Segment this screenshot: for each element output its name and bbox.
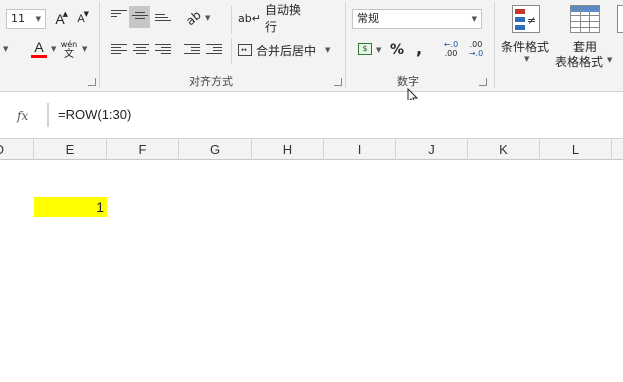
merge-center-label: 合并后居中 xyxy=(256,43,317,58)
font-size-value: 11 xyxy=(11,12,25,25)
align-bottom-icon[interactable] xyxy=(155,14,171,26)
conditional-format-label: 条件格式 xyxy=(501,40,550,54)
align-center-icon[interactable] xyxy=(133,44,149,56)
caret-down-icon: ▼ xyxy=(83,10,89,18)
alignment-group-label: 对齐方式 xyxy=(189,75,233,88)
formula-input[interactable]: =ROW(1:30) xyxy=(48,103,623,127)
chevron-down-icon[interactable]: ▼ xyxy=(376,46,381,54)
column-header-i[interactable]: I xyxy=(324,139,396,160)
alignment-dialog-launcher-icon[interactable] xyxy=(334,78,342,86)
number-dialog-launcher-icon[interactable] xyxy=(479,78,487,86)
cell-e2[interactable]: 1 xyxy=(34,197,107,217)
column-header-d[interactable]: D xyxy=(0,139,34,160)
column-header-j[interactable]: J xyxy=(396,139,468,160)
text-orientation-icon: ab xyxy=(182,7,204,29)
formula-bar: fx =ROW(1:30) xyxy=(0,100,623,131)
format-as-table-button[interactable]: 套用 表格格式 ▼ xyxy=(553,3,617,69)
phonetic-guide-icon-top: wén xyxy=(60,39,78,49)
conditional-format-icon: ≠ xyxy=(512,5,540,33)
phonetic-guide-button[interactable]: wén 文 xyxy=(58,37,80,63)
cell-styles-icon[interactable] xyxy=(617,5,623,33)
column-header-f[interactable]: F xyxy=(107,139,179,160)
font-color-icon: A xyxy=(34,39,44,55)
group-divider xyxy=(494,2,495,88)
increase-indent-icon[interactable] xyxy=(206,44,222,56)
merge-cells-icon: ↔ xyxy=(238,44,252,56)
font-color-swatch xyxy=(31,55,47,58)
column-header-g[interactable]: G xyxy=(179,139,252,160)
chevron-down-icon[interactable]: ▼ xyxy=(3,45,8,53)
chevron-down-icon: ▼ xyxy=(35,15,41,23)
phonetic-guide-icon-bottom: 文 xyxy=(64,48,74,60)
group-divider xyxy=(99,2,100,88)
wrap-text-button[interactable]: ab↵ 自动换行 xyxy=(238,3,308,34)
decrease-decimal-icon-bottom: →.0 xyxy=(468,49,484,58)
insert-function-icon[interactable]: fx xyxy=(17,109,28,123)
caret-up-icon: ▲ xyxy=(62,10,68,18)
align-left-icon[interactable] xyxy=(111,44,127,56)
comma-style-button[interactable]: , xyxy=(412,38,426,58)
chevron-down-icon: ▼ xyxy=(325,46,331,54)
increase-decimal-button[interactable]: ←.0 .00 xyxy=(440,38,462,60)
worksheet-grid[interactable]: 1 xyxy=(0,160,623,382)
chevron-down-icon[interactable]: ▼ xyxy=(205,14,210,22)
format-as-table-icon xyxy=(570,5,600,33)
chevron-down-icon[interactable]: ▼ xyxy=(82,45,87,53)
align-right-icon[interactable] xyxy=(155,44,171,56)
name-box-area: fx xyxy=(0,103,48,127)
font-color-button[interactable]: A xyxy=(30,38,48,60)
increase-decimal-icon: ←.0 xyxy=(443,40,459,49)
column-headers: D E F G H I J K L xyxy=(0,138,623,160)
chevron-down-icon: ▼ xyxy=(524,55,530,63)
accounting-format-button[interactable]: $ xyxy=(356,40,374,58)
increase-font-size-button[interactable]: A ▲ xyxy=(51,9,69,29)
group-divider xyxy=(231,38,232,64)
decrease-font-size-button[interactable]: A ▼ xyxy=(72,9,90,29)
number-format-value: 常规 xyxy=(357,12,379,25)
format-as-table-label-line2: 表格格式 xyxy=(555,55,604,69)
chevron-down-icon: ▼ xyxy=(607,56,613,64)
font-size-combo[interactable]: 11 ▼ xyxy=(6,9,46,29)
decrease-decimal-button[interactable]: .00 →.0 xyxy=(465,38,487,60)
conditional-format-button[interactable]: ≠ 条件格式 ▼ xyxy=(499,3,555,67)
align-top-icon[interactable] xyxy=(111,10,127,22)
wrap-text-icon: ab↵ xyxy=(238,11,261,25)
column-header-h[interactable]: H xyxy=(252,139,324,160)
font-dialog-launcher-icon[interactable] xyxy=(88,78,96,86)
merge-center-button[interactable]: ↔ 合并后居中 ▼ xyxy=(238,40,334,60)
chevron-down-icon: ▼ xyxy=(471,15,477,23)
align-middle-button[interactable] xyxy=(129,6,150,28)
number-group-label: 数字 xyxy=(397,75,419,88)
accounting-format-icon: $ xyxy=(358,43,372,55)
group-divider xyxy=(231,6,232,34)
number-format-combo[interactable]: 常规 ▼ xyxy=(352,9,482,29)
group-divider xyxy=(345,2,346,88)
ribbon: 11 ▼ A ▲ A ▼ ▼ A ▼ wén 文 ▼ ab ▼ ab↵ 自动换行 xyxy=(0,0,623,92)
comma-icon: , xyxy=(415,38,423,58)
align-middle-icon xyxy=(132,12,148,24)
increase-decimal-icon-bottom: .00 xyxy=(444,49,458,58)
orientation-button[interactable]: ab xyxy=(182,7,204,29)
percent-style-button[interactable]: % xyxy=(388,40,406,60)
decrease-decimal-icon: .00 xyxy=(469,40,483,49)
wrap-text-label: 自动换行 xyxy=(264,3,301,34)
decrease-indent-icon[interactable] xyxy=(184,44,200,56)
column-header-e[interactable]: E xyxy=(34,139,107,160)
chevron-down-icon[interactable]: ▼ xyxy=(51,45,56,53)
column-header-l[interactable]: L xyxy=(540,139,612,160)
column-header-k[interactable]: K xyxy=(468,139,540,160)
percent-icon: % xyxy=(389,42,405,58)
